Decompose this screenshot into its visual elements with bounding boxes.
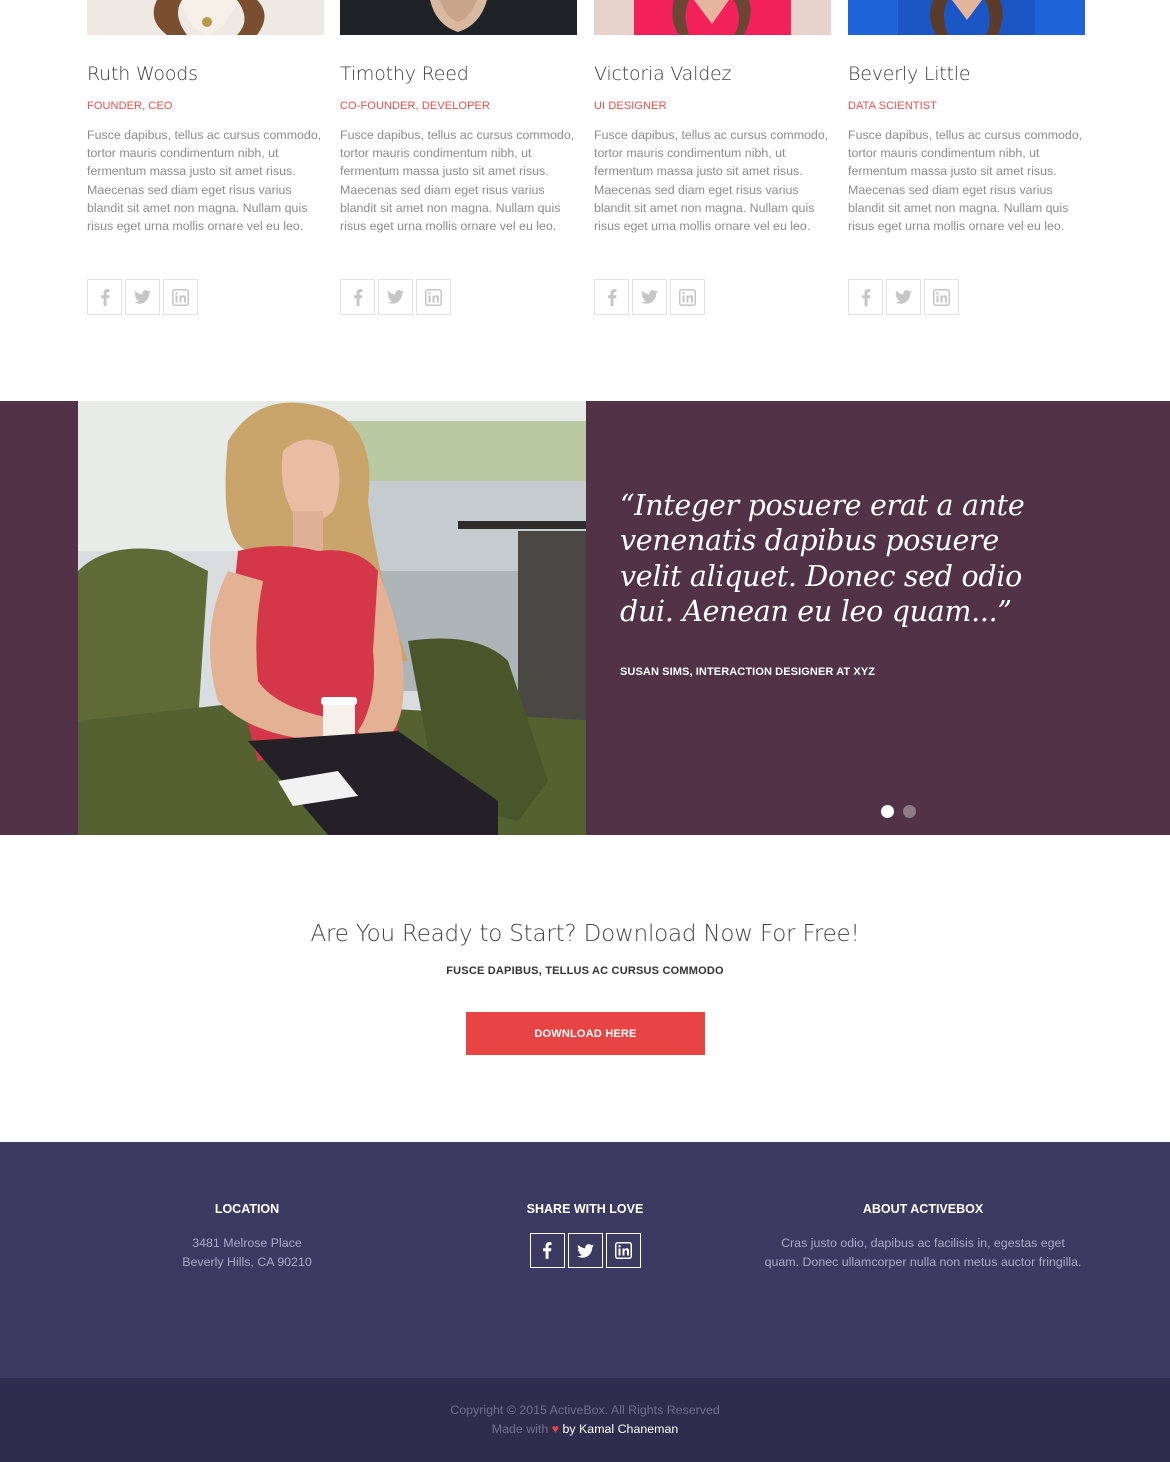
facebook-button[interactable]: [87, 279, 122, 315]
linkedin-button[interactable]: [670, 279, 705, 315]
member-bio: Fusce dapibus, tellus ac cursus commodo,…: [848, 128, 1083, 234]
facebook-icon: [543, 1242, 552, 1259]
footer-location: LOCATION 3481 Melrose Place Beverly Hill…: [87, 1202, 407, 1272]
address-line-1: 3481 Melrose Place: [192, 1236, 302, 1250]
member-name: Beverly Little: [848, 63, 971, 85]
author-link[interactable]: by Kamal Chaneman: [563, 1422, 679, 1436]
location-address: 3481 Melrose Place Beverly Hills, CA 902…: [87, 1234, 407, 1272]
facebook-icon: [100, 288, 109, 306]
member-bio: Fusce dapibus, tellus ac cursus commodo,…: [594, 128, 829, 234]
address-line-2: Beverly Hills, CA 90210: [182, 1255, 312, 1269]
twitter-button[interactable]: [378, 279, 413, 315]
facebook-button[interactable]: [340, 279, 375, 315]
twitter-icon: [134, 290, 151, 304]
member-photo: [340, 0, 577, 35]
member-name: Ruth Woods: [87, 63, 198, 85]
member-role: UI DESIGNER: [594, 100, 667, 112]
member-socials: [340, 279, 451, 315]
member-role: FOUNDER, CEO: [87, 100, 173, 112]
member-socials: [594, 279, 705, 315]
location-heading: LOCATION: [214, 1202, 280, 1216]
cta-subtitle: FUSCE DAPIBUS, TELLUS AC CURSUS COMMODO: [446, 965, 724, 977]
cta-title: Are You Ready to Start? Download Now For…: [310, 921, 860, 947]
slider-dot-2[interactable]: [903, 805, 916, 818]
share-heading: SHARE WITH LOVE: [526, 1202, 644, 1216]
twitter-button[interactable]: [886, 279, 921, 315]
linkedin-button[interactable]: [924, 279, 959, 315]
team-section: Ruth Woods FOUNDER, CEO Fusce dapibus, t…: [0, 0, 1170, 401]
linkedin-icon: [933, 288, 950, 306]
member-photo: [848, 0, 1085, 35]
linkedin-icon: [614, 1242, 632, 1259]
twitter-icon: [895, 290, 912, 304]
member-bio: Fusce dapibus, tellus ac cursus commodo,…: [340, 128, 575, 234]
slider-dots: [881, 805, 916, 818]
footer-share: SHARE WITH LOVE: [425, 1202, 745, 1268]
slider-dot-1[interactable]: [881, 805, 894, 818]
linkedin-button[interactable]: [163, 279, 198, 315]
testimonial-section: “Integer posuere erat a ante venenatis d…: [0, 401, 1170, 835]
footer-twitter-button[interactable]: [567, 1233, 603, 1268]
testimonial-author: SUSAN SIMS, INTERACTION DESIGNER AT XYZ: [620, 666, 876, 678]
member-name: Victoria Valdez: [594, 63, 732, 85]
twitter-icon: [576, 1243, 594, 1258]
facebook-icon: [353, 288, 362, 306]
member-socials: [848, 279, 959, 315]
linkedin-button[interactable]: [416, 279, 451, 315]
footer: LOCATION 3481 Melrose Place Beverly Hill…: [0, 1142, 1170, 1378]
twitter-icon: [387, 290, 404, 304]
copyright-bar: Copyright © 2015 ActiveBox. All Rights R…: [0, 1378, 1170, 1462]
download-button[interactable]: DOWNLOAD HERE: [466, 1012, 705, 1055]
linkedin-icon: [679, 288, 696, 306]
facebook-icon: [607, 288, 616, 306]
linkedin-icon: [172, 288, 189, 306]
member-photo: [594, 0, 831, 35]
twitter-button[interactable]: [632, 279, 667, 315]
footer-facebook-button[interactable]: [529, 1233, 565, 1268]
member-role: DATA SCIENTIST: [848, 100, 938, 112]
footer-linkedin-button[interactable]: [605, 1233, 641, 1268]
copyright-text: Copyright © 2015 ActiveBox. All Rights R…: [450, 1403, 720, 1417]
twitter-icon: [641, 290, 658, 304]
about-heading: ABOUT ACTIVEBOX: [862, 1202, 984, 1216]
facebook-button[interactable]: [848, 279, 883, 315]
heart-icon: ♥: [551, 1422, 560, 1436]
testimonial-photo: [78, 401, 586, 835]
about-text: Cras justo odio, dapibus ac facilisis in…: [764, 1236, 1082, 1269]
cta-section: Are You Ready to Start? Download Now For…: [0, 835, 1170, 1142]
member-socials: [87, 279, 198, 315]
facebook-icon: [861, 288, 870, 306]
member-role: CO-FOUNDER, DEVELOPER: [340, 100, 491, 112]
made-with-text: Made with: [491, 1422, 549, 1436]
member-name: Timothy Reed: [340, 63, 469, 85]
made-with-line: Made with ♥ by Kamal Chaneman: [0, 1422, 1170, 1436]
testimonial-quote: “Integer posuere erat a ante venenatis d…: [620, 489, 1025, 629]
member-bio: Fusce dapibus, tellus ac cursus commodo,…: [87, 128, 322, 234]
linkedin-icon: [425, 288, 442, 306]
member-photo: [87, 0, 324, 35]
footer-socials: [425, 1233, 745, 1268]
footer-about: ABOUT ACTIVEBOX Cras justo odio, dapibus…: [763, 1202, 1083, 1272]
twitter-button[interactable]: [125, 279, 160, 315]
facebook-button[interactable]: [594, 279, 629, 315]
